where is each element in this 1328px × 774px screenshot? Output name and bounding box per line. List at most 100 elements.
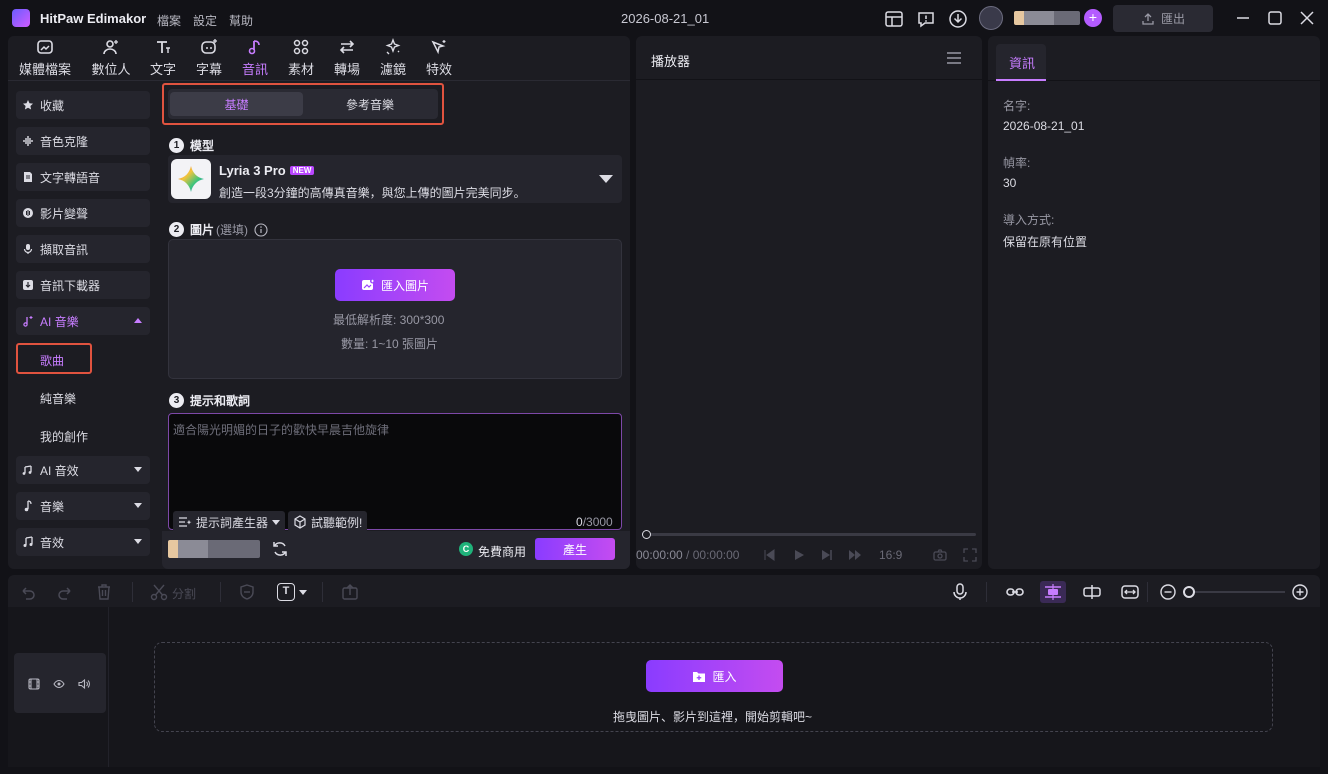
sidebar-item-ai-sfx[interactable]: AI 音效 bbox=[16, 456, 150, 484]
feedback-icon[interactable] bbox=[916, 9, 936, 29]
chevron-down-icon bbox=[272, 519, 281, 525]
skip-back-icon[interactable] bbox=[762, 548, 776, 562]
download-icon[interactable] bbox=[948, 9, 968, 29]
menu-settings[interactable]: 設定 bbox=[193, 12, 217, 29]
sidebar-item-extract-audio[interactable]: 擷取音訊 bbox=[16, 235, 150, 263]
split-label[interactable]: 分割 bbox=[172, 585, 196, 602]
menu-icon[interactable] bbox=[946, 51, 962, 65]
fast-forward-icon[interactable] bbox=[848, 548, 862, 562]
user-avatar[interactable] bbox=[979, 6, 1003, 30]
generate-button[interactable]: 產生 bbox=[535, 538, 615, 560]
music-icon bbox=[24, 500, 32, 512]
scissors-icon[interactable] bbox=[150, 583, 168, 601]
quantity-text: 數量: 1~10 張圖片 bbox=[341, 337, 439, 351]
dropdown-caret-icon[interactable] bbox=[598, 174, 614, 184]
sidebar-item-music[interactable]: 音樂 bbox=[16, 492, 150, 520]
menu-help[interactable]: 幫助 bbox=[229, 12, 253, 29]
fullscreen-icon[interactable] bbox=[963, 548, 977, 562]
eye-icon[interactable] bbox=[53, 678, 65, 690]
split-clip-icon[interactable] bbox=[1083, 583, 1101, 601]
text-icon bbox=[157, 41, 170, 53]
sidebar-sub-instrumental[interactable]: 純音樂 bbox=[40, 390, 76, 407]
magnet-snap-toggle[interactable] bbox=[1040, 581, 1066, 603]
cube-icon bbox=[294, 515, 306, 529]
sidebar-item-favorites[interactable]: 收藏 bbox=[16, 91, 150, 119]
redo-icon[interactable] bbox=[57, 583, 75, 601]
link-icon[interactable] bbox=[1006, 583, 1024, 601]
undo-icon[interactable] bbox=[18, 583, 36, 601]
microphone-icon[interactable] bbox=[951, 583, 969, 601]
aspect-ratio[interactable]: 16:9 bbox=[879, 548, 902, 562]
maximize-icon[interactable] bbox=[1265, 8, 1285, 28]
info-panel bbox=[988, 36, 1320, 569]
tab-filters[interactable]: 濾鏡 bbox=[378, 38, 408, 78]
app-logo-icon bbox=[12, 9, 30, 27]
import-image-button[interactable]: 匯入圖片 bbox=[335, 269, 455, 301]
refresh-icon[interactable] bbox=[271, 540, 289, 558]
minimize-icon[interactable] bbox=[1233, 8, 1253, 28]
tab-text[interactable]: 文字 bbox=[148, 38, 178, 78]
sidebar-item-voice-clone[interactable]: 音色克隆 bbox=[16, 127, 150, 155]
min-resolution-text: 最低解析度: 300*300 bbox=[333, 313, 445, 327]
close-icon[interactable] bbox=[1297, 8, 1317, 28]
menu-file[interactable]: 檔案 bbox=[157, 12, 181, 29]
play-icon[interactable] bbox=[792, 548, 806, 562]
info-icon[interactable] bbox=[254, 222, 268, 237]
film-icon[interactable] bbox=[28, 678, 40, 690]
toolbar-divider bbox=[220, 582, 221, 602]
tab-transitions[interactable]: 轉場 bbox=[332, 38, 362, 78]
time-display: 00:00:00 / 00:00:00 bbox=[636, 548, 740, 562]
tab-subtitles[interactable]: 字幕 bbox=[194, 38, 224, 78]
sidebar-item-ai-music[interactable]: AI 音樂 bbox=[16, 307, 150, 335]
subtitle-icon bbox=[201, 39, 217, 54]
image-upload-area[interactable] bbox=[168, 239, 622, 379]
music-note-icon bbox=[248, 40, 260, 55]
import-media-button[interactable]: 匯入 bbox=[646, 660, 783, 692]
model-name-line: Lyria 3 Pro NEW bbox=[219, 163, 315, 178]
progress-handle[interactable] bbox=[642, 530, 651, 539]
player-progress-bar[interactable] bbox=[642, 530, 976, 539]
text-tool-icon[interactable]: T bbox=[277, 583, 295, 601]
tab-digital-human[interactable]: 數位人 bbox=[89, 38, 133, 78]
shield-icon[interactable] bbox=[238, 583, 256, 601]
upgrade-plus-button[interactable]: + bbox=[1084, 9, 1102, 27]
fit-width-icon[interactable] bbox=[1121, 583, 1139, 601]
try-sample-button[interactable]: 試聽範例! bbox=[288, 511, 368, 533]
layout-icon[interactable] bbox=[884, 9, 904, 29]
section-prompt-title: 3 提示和歌詞 bbox=[169, 392, 250, 409]
zoom-in-icon[interactable] bbox=[1291, 583, 1309, 601]
tab-media[interactable]: 媒體檔案 bbox=[18, 38, 72, 78]
player-title: 播放器 bbox=[651, 54, 691, 69]
delete-icon[interactable] bbox=[95, 583, 113, 601]
zoom-out-icon[interactable] bbox=[1159, 583, 1177, 601]
avatar-person-icon bbox=[103, 40, 118, 55]
tab-elements[interactable]: 素材 bbox=[286, 38, 316, 78]
elements-icon bbox=[293, 39, 309, 55]
sidebar-item-voice-changer[interactable]: 影片變聲 bbox=[16, 199, 150, 227]
snap-icon bbox=[1045, 584, 1061, 600]
step-forward-icon[interactable] bbox=[820, 548, 834, 562]
chevron-down-icon bbox=[134, 467, 142, 472]
info-name-label: 名字: bbox=[1003, 99, 1031, 113]
tab-effects[interactable]: 特效 bbox=[424, 38, 454, 78]
mode-tab-reference-music[interactable]: 參考音樂 bbox=[304, 92, 436, 116]
export-frame-icon[interactable] bbox=[341, 583, 359, 601]
sidebar-item-sound-effects[interactable]: 音效 bbox=[16, 528, 150, 556]
prompt-generator-button[interactable]: 提示詞產生器 bbox=[173, 511, 286, 533]
project-title: 2026-08-21_01 bbox=[621, 11, 710, 26]
ai-sfx-icon bbox=[22, 465, 32, 475]
sidebar-item-text-to-speech[interactable]: 文字轉語音 bbox=[16, 163, 150, 191]
camera-icon[interactable] bbox=[933, 548, 947, 562]
sidebar-sub-song[interactable]: 歌曲 bbox=[40, 352, 64, 369]
chevron-down-icon[interactable] bbox=[299, 590, 307, 595]
speaker-icon[interactable] bbox=[78, 678, 90, 690]
sidebar-sub-my-creations[interactable]: 我的創作 bbox=[40, 428, 88, 445]
mode-tab-basic[interactable]: 基礎 bbox=[170, 92, 303, 116]
tab-audio[interactable]: 音訊 bbox=[240, 38, 270, 78]
zoom-handle[interactable] bbox=[1183, 586, 1195, 598]
info-framerate-value: 30 bbox=[1003, 176, 1017, 190]
export-button[interactable]: 匯出 bbox=[1113, 5, 1213, 32]
player-panel bbox=[636, 36, 982, 569]
sidebar-item-audio-downloader[interactable]: 音訊下載器 bbox=[16, 271, 150, 299]
zoom-slider[interactable] bbox=[1183, 585, 1285, 599]
